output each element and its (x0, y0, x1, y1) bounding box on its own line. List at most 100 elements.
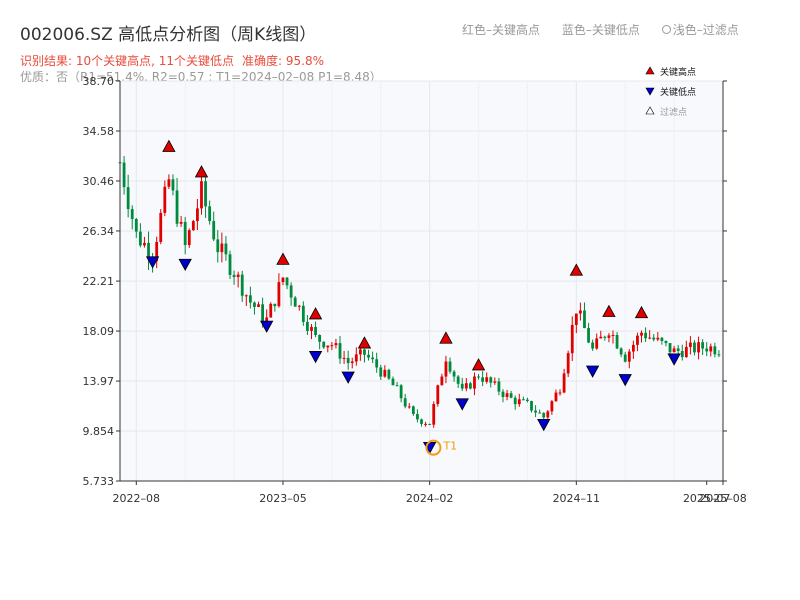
candle-body (676, 348, 680, 352)
candle-body (493, 381, 497, 383)
candle-body (497, 381, 501, 392)
candle-body (587, 328, 590, 343)
candle-body (672, 348, 676, 353)
candle-body (350, 361, 354, 364)
candle-body (477, 376, 480, 378)
candle-body (505, 393, 509, 397)
candle-body (371, 357, 375, 360)
candle-body (326, 345, 330, 348)
candle-body (436, 385, 440, 405)
candle-body (627, 351, 631, 362)
candle-body (338, 343, 342, 359)
y-tick-label: 34.58 (83, 125, 115, 138)
y-tick-label: 9.854 (83, 425, 115, 438)
candle-body (159, 212, 163, 242)
y-tick-label: 22.21 (83, 275, 115, 288)
candle-body (240, 274, 244, 296)
candle-body (399, 385, 403, 399)
candle-body (126, 187, 130, 210)
candle-body (570, 324, 574, 354)
candle-body (297, 305, 301, 307)
candle-body (200, 181, 203, 209)
candle-body (306, 321, 309, 331)
candle-body (314, 326, 317, 336)
candle-body (395, 385, 399, 387)
candle-body (452, 371, 456, 377)
candle-body (407, 406, 411, 408)
candle-body (183, 221, 187, 246)
candle-body (705, 348, 709, 352)
candle-body (664, 341, 668, 344)
y-tick-label: 38.70 (83, 75, 115, 88)
candle-body (375, 359, 379, 368)
y-tick-label: 26.34 (83, 225, 115, 238)
candle-body (228, 254, 232, 275)
candle-body (709, 346, 713, 352)
candle-body (342, 357, 346, 359)
y-tick-label: 5.733 (83, 475, 115, 488)
candle-body (444, 361, 448, 377)
candle-body (367, 354, 370, 358)
candle-body (220, 243, 224, 253)
candle-body (248, 295, 252, 303)
candle-body (468, 383, 472, 389)
candle-body (330, 345, 334, 347)
candle-body (693, 342, 696, 353)
candle-body (591, 342, 595, 349)
candle-body (530, 401, 533, 411)
candle-body (179, 221, 183, 224)
candle-body (521, 399, 525, 401)
candle-body (216, 239, 220, 253)
candle-body (680, 351, 684, 358)
x-tick-label: 2025–08 (699, 492, 747, 505)
candle-body (603, 336, 607, 338)
candle-body (534, 410, 537, 413)
legend-item-label: 过滤点 (660, 106, 687, 118)
t1-label: T1 (442, 440, 457, 453)
candle-body (244, 295, 248, 297)
candle-body (550, 401, 554, 412)
candle-body (391, 378, 395, 386)
candle-body (334, 343, 338, 346)
candle-body (644, 332, 647, 339)
candle-body (416, 414, 419, 420)
candle-body (578, 310, 582, 314)
candle-body (122, 162, 126, 188)
candle-body (232, 274, 236, 278)
candle-body (354, 354, 358, 362)
candle-body (428, 423, 432, 425)
candle-body (273, 303, 277, 307)
candle-body (143, 242, 146, 246)
candle-body (379, 367, 383, 377)
candle-body (623, 354, 627, 362)
candle-body (489, 377, 493, 383)
candle-body (196, 208, 199, 222)
candle-body (460, 383, 464, 389)
candle-body (648, 337, 652, 339)
candle-body (542, 412, 546, 418)
candle-body (684, 346, 688, 358)
candle-body (212, 221, 216, 240)
candle-body (583, 310, 586, 329)
candle-body (387, 369, 391, 379)
candle-body (281, 277, 285, 283)
legend-high-icon (645, 66, 655, 75)
candle-body (191, 221, 195, 231)
candle-body (171, 179, 175, 191)
candle-body (660, 337, 664, 342)
candle-body (224, 243, 228, 255)
legend-item-label: 关键低点 (660, 86, 696, 98)
candle-body (562, 373, 566, 393)
candle-body (615, 335, 619, 349)
candle-body (208, 206, 212, 222)
legend-item-label: 关键高点 (660, 66, 696, 78)
candle-body (464, 383, 468, 389)
candle-body (432, 404, 436, 425)
candle-body (456, 376, 460, 384)
x-tick-label: 2024–11 (553, 492, 601, 505)
candle-body (574, 313, 578, 325)
candle-body (448, 361, 452, 372)
x-tick-label: 2023–05 (259, 492, 307, 505)
candle-body (485, 377, 489, 382)
candle-body (513, 397, 517, 405)
